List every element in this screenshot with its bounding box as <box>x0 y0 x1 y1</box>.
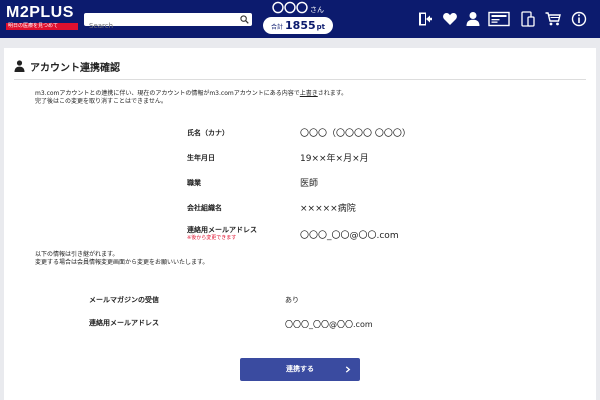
user-icon[interactable] <box>465 11 481 27</box>
user-icon <box>14 60 25 72</box>
inherit-note: 以下の情報は引き継がれます。 変更する場合は会員情報変更画面から変更をお願いいた… <box>35 251 575 267</box>
top-header: M2PLUS 明日の医療を見つめて 〇〇〇さん 合計1855pt <box>0 0 600 38</box>
inherited-value-email: 〇〇〇_〇〇@〇〇.com <box>285 320 373 329</box>
intro-text: m3.comアカウントとの連携に伴い、現在のアカウントの情報がm3.comアカウ… <box>35 90 575 106</box>
points-badge[interactable]: 合計 1855pt <box>263 17 333 34</box>
logo-text: M2PLUS <box>6 4 74 21</box>
content-card: アカウント連携確認 m3.comアカウントとの連携に伴い、現在のアカウントの情報… <box>4 48 596 400</box>
heart-icon[interactable] <box>442 11 458 27</box>
search-input[interactable] <box>84 19 234 33</box>
logout-icon[interactable] <box>417 11 433 27</box>
points-label: 合計 <box>271 24 284 31</box>
user-name: 〇〇〇 さん <box>271 1 324 15</box>
inherited-label-newsletter: メールマガジンの受信 <box>89 296 159 304</box>
field-label-occupation: 職業 <box>187 179 201 187</box>
cart-icon[interactable] <box>545 11 561 27</box>
field-value-name: 〇〇〇（〇〇〇〇 〇〇〇） <box>300 129 411 139</box>
chevron-right-icon <box>345 366 351 373</box>
logo-tagline: 明日の医療を見つめて <box>6 23 78 30</box>
points-unit: pt <box>316 23 325 31</box>
field-value-organization: ×××××病院 <box>300 204 356 214</box>
user-suffix: さん <box>310 6 324 14</box>
field-value-occupation: 医師 <box>300 179 319 189</box>
inherit-line2: 変更する場合は会員情報変更画面から変更をお願いいたします。 <box>35 259 209 266</box>
field-value-birthdate: 19××年×月×月 <box>300 154 369 164</box>
inherited-value-newsletter: あり <box>285 296 299 304</box>
search-box <box>84 13 252 33</box>
card-icon[interactable] <box>488 11 510 27</box>
field-label-birthdate: 生年月日 <box>187 154 215 162</box>
intro-line2: 完了後はこの変更を取り消すことはできません。 <box>35 98 167 105</box>
logo[interactable]: M2PLUS 明日の医療を見つめて <box>6 5 78 30</box>
overwrite-text: 上書き <box>299 90 318 97</box>
link-account-button[interactable]: 連携する <box>240 358 360 381</box>
user-block[interactable]: 〇〇〇 さん 合計 1855pt <box>262 2 334 36</box>
link-account-label: 連携する <box>286 365 314 373</box>
title-divider <box>14 79 586 80</box>
field-note-email: ※後から変更できます <box>187 235 237 241</box>
intro-line1: m3.comアカウントとの連携に伴い、現在のアカウントの情報がm3.comアカウ… <box>35 90 348 97</box>
info-icon[interactable] <box>571 11 587 27</box>
search-icon[interactable] <box>240 15 249 24</box>
field-label-organization: 会社組織名 <box>187 204 222 212</box>
inherited-label-email: 連絡用メールアドレス <box>89 319 159 327</box>
points-value: 1855 <box>285 19 316 32</box>
page-title: アカウント連携確認 <box>30 63 120 74</box>
device-icon[interactable] <box>520 11 536 27</box>
inherit-line1: 以下の情報は引き継がれます。 <box>35 251 119 258</box>
field-value-email: 〇〇〇_〇〇@〇〇.com <box>300 231 399 241</box>
field-label-name: 氏名（カナ） <box>187 129 229 137</box>
